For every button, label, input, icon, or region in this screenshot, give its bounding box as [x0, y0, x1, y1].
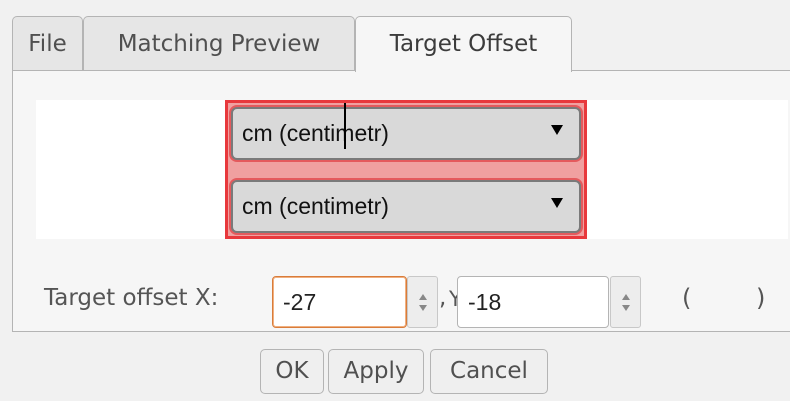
cancel-button[interactable]: Cancel	[430, 349, 548, 394]
unit-select-2[interactable]: cm (centimetr)	[231, 180, 581, 233]
target-offset-dialog: File Matching Preview Target Offset cm (…	[0, 0, 790, 401]
spin-down-icon[interactable]	[622, 305, 630, 311]
offset-x-value: -27	[283, 289, 317, 315]
tab-matching-preview[interactable]: Matching Preview	[83, 16, 355, 70]
tab-file[interactable]: File	[12, 16, 83, 70]
ok-button[interactable]: OK	[260, 349, 324, 394]
unit-select-2-value: cm (centimetr)	[242, 193, 389, 219]
offset-y-spinner[interactable]	[610, 276, 641, 328]
tab-target-offset[interactable]: Target Offset	[355, 16, 572, 72]
spin-up-icon[interactable]	[419, 294, 427, 300]
target-offset-label: Target offset X:	[44, 285, 219, 311]
unit-select-1-value: cm (centimetr)	[242, 120, 389, 146]
offset-x-input[interactable]: -27	[272, 276, 407, 328]
apply-button[interactable]: Apply	[328, 349, 424, 394]
offset-y-input[interactable]: -18	[457, 276, 609, 328]
unit-select-1[interactable]: cm (centimetr)	[231, 107, 581, 160]
spin-down-icon[interactable]	[419, 305, 427, 311]
dropdown-arrow-icon	[551, 198, 563, 208]
spin-up-icon[interactable]	[622, 294, 630, 300]
separator: ,	[439, 285, 447, 311]
offset-y-value: -18	[468, 289, 502, 315]
text-cursor-icon	[344, 103, 346, 149]
dropdown-arrow-icon	[551, 125, 563, 135]
x-label: X:	[194, 285, 219, 311]
offset-x-spinner[interactable]	[407, 276, 438, 328]
paren-open: (	[682, 284, 692, 312]
paren-close: )	[756, 284, 766, 312]
